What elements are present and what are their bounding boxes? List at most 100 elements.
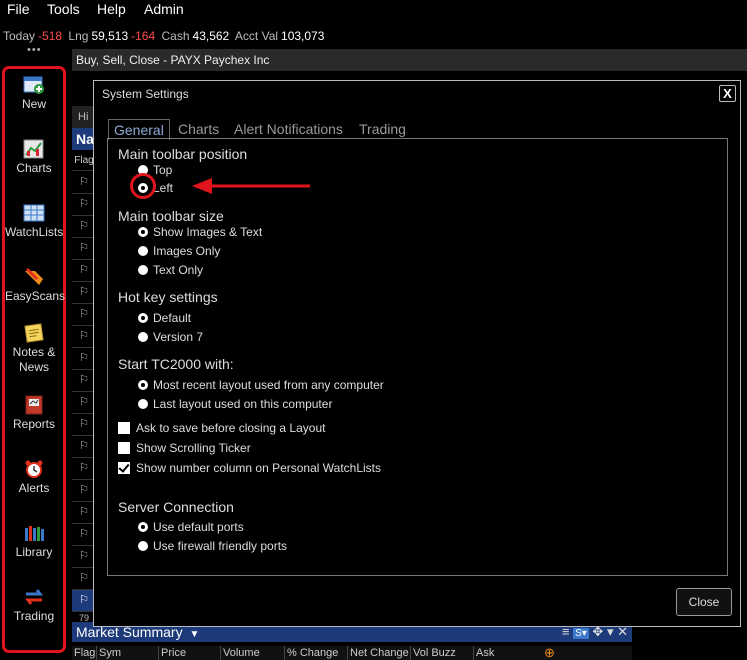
acct-val-value: 103,073 [281,29,325,43]
checkbox-ticker-label: Show Scrolling Ticker [136,441,251,455]
column-pct-change[interactable]: % Change [284,646,338,660]
main-toolbar: New Charts WatchLists EasyScans Notes & … [2,66,66,653]
checkbox-checked[interactable] [118,462,130,474]
column-flag[interactable]: Flag [72,646,95,660]
radio-images-text[interactable]: Show Images & Text [138,225,262,239]
toolbar-size-title: Main toolbar size [118,208,224,224]
hot-key-title: Hot key settings [118,289,218,305]
toolbar-new[interactable]: New [5,75,63,112]
radio-default-label: Default [153,311,192,325]
toolbar-charts[interactable]: Charts [5,139,63,176]
menu-help[interactable]: Help [97,0,126,18]
checkbox-ask-save[interactable]: Ask to save before closing a Layout [118,421,325,435]
toolbar-easyscans[interactable]: EasyScans [5,267,66,304]
toolbar-position-title: Main toolbar position [118,146,248,162]
easyscan-icon [25,267,43,285]
column-volume[interactable]: Volume [220,646,260,660]
radio-images-only[interactable]: Images Only [138,244,220,258]
column-price[interactable]: Price [158,646,186,660]
radio-default-ports-label: Use default ports [153,520,244,534]
toolbar-trading-label: Trading [13,609,55,623]
checkbox[interactable] [118,422,130,434]
radio-last-layout[interactable]: Last layout used on this computer [138,397,332,411]
column-vol-buzz[interactable]: Vol Buzz [410,646,456,660]
toolbar-library-label: Library [15,545,53,559]
toolbar-reports-label: Reports [12,417,56,431]
radio-button[interactable] [138,399,148,409]
dialog-close-button[interactable]: X [719,85,736,102]
lng-label: Lng [68,29,89,43]
radio-default-ports[interactable]: Use default ports [138,520,244,534]
radio-default-hotkeys[interactable]: Default [138,311,191,325]
server-connection-title: Server Connection [118,499,234,515]
toolbar-reports[interactable]: Reports [5,395,63,432]
highlight-circle [130,173,156,199]
start-with-title: Start TC2000 with: [118,356,234,372]
new-icon [23,76,44,94]
checkbox-scrolling-ticker[interactable]: Show Scrolling Ticker [118,441,251,455]
radio-button[interactable] [138,246,148,256]
toolbar-alerts[interactable]: Alerts [5,459,63,496]
chevron-down-icon[interactable]: ▼ [189,629,199,640]
toolbar-watchlists[interactable]: WatchLists [5,203,63,240]
tab-trading[interactable]: Trading [359,120,406,138]
checkbox-number-label: Show number column on Personal WatchList… [136,461,382,475]
radio-images-only-label: Images Only [153,244,221,258]
radio-button-selected[interactable] [138,227,148,237]
radio-button[interactable] [138,265,148,275]
chart-icon [23,139,44,159]
acct-val-label: Acct Val [234,29,279,43]
toolbar-library[interactable]: Library [5,523,63,560]
checkbox[interactable] [118,442,130,454]
library-icon [25,526,44,541]
toolbar-watchlists-label: WatchLists [5,225,64,239]
today-label: Today [3,29,36,43]
radio-button-selected[interactable] [138,522,148,532]
radio-recent-label: Most recent layout used from any compute… [153,378,384,392]
radio-firewall-label: Use firewall friendly ports [153,539,288,553]
reports-icon [25,395,43,415]
column-sym[interactable]: Sym [96,646,121,660]
toolbar-charts-label: Charts [16,161,52,175]
menu-admin[interactable]: Admin [144,0,184,18]
arrow-icon [192,178,310,194]
notes-icon [24,323,44,343]
add-column-icon[interactable]: ⊕ [542,646,555,660]
radio-text-only-label: Text Only [153,263,204,277]
drag-handle-icon[interactable]: ••• [27,44,42,56]
radio-recent-layout[interactable]: Most recent layout used from any compute… [138,378,384,392]
trading-icon [25,589,43,605]
checkbox-number-column[interactable]: Show number column on Personal WatchList… [118,461,381,475]
radio-version7-label: Version 7 [153,330,204,344]
column-net-change[interactable]: Net Change [347,646,409,660]
menu-file[interactable]: File [7,0,30,18]
radio-button[interactable] [138,332,148,342]
dialog-title: System Settings [102,87,189,101]
column-ask[interactable]: Ask [473,646,494,660]
toolbar-easyscans-label: EasyScans [5,289,66,303]
toolbar-alerts-label: Alerts [18,481,50,495]
toolbar-trading[interactable]: Trading [5,587,63,624]
toolbar-notes-label: Notes & News [12,345,56,374]
menu-tools[interactable]: Tools [47,0,80,18]
toolbar-new-label: New [21,97,46,111]
lng-value: 59,513 [91,29,129,43]
close-button[interactable]: Close [676,588,732,616]
background-window-title: Buy, Sell, Close - PAYX Paychex Inc [72,49,747,71]
radio-button[interactable] [138,541,148,551]
symbol-search-icon[interactable]: S▾ [573,628,589,639]
tab-alert-notifications[interactable]: Alert Notifications [234,120,343,138]
toolbar-notes-news[interactable]: Notes & News [5,323,63,375]
today-value: -518 [38,29,63,43]
radio-button-selected[interactable] [138,380,148,390]
tab-charts[interactable]: Charts [178,120,219,138]
cash-label: Cash [161,29,190,43]
tab-general[interactable]: General [108,119,170,140]
radio-firewall-ports[interactable]: Use firewall friendly ports [138,539,287,553]
menu-bar: File Tools Help Admin [0,0,747,22]
radio-text-only[interactable]: Text Only [138,263,203,277]
settings-panel: Main toolbar position Top Left Main tool… [107,138,728,576]
radio-left-label: Left [153,181,174,195]
radio-button-selected[interactable] [138,313,148,323]
radio-version7[interactable]: Version 7 [138,330,203,344]
